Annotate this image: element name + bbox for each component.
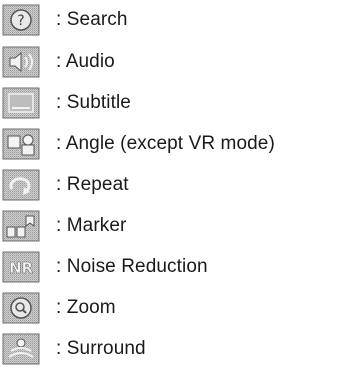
legend-item-surround: : Surround xyxy=(2,331,146,367)
surround-icon xyxy=(2,333,40,365)
noise-reduction-icon-text: NR xyxy=(9,259,34,277)
legend-label-subtitle: : Subtitle xyxy=(56,92,131,113)
marker-icon xyxy=(2,210,40,242)
legend-label-search: : Search xyxy=(56,9,128,30)
legend-item-zoom: : Zoom xyxy=(2,290,116,326)
noise-reduction-icon: NR xyxy=(2,251,40,283)
subtitle-icon xyxy=(2,87,40,119)
legend-label-repeat: : Repeat xyxy=(56,174,129,195)
legend-item-noise-reduction: NR : Noise Reduction xyxy=(2,249,208,285)
repeat-icon xyxy=(2,169,40,201)
legend-label-marker: : Marker xyxy=(56,215,127,236)
legend-label-angle: : Angle (except VR mode) xyxy=(56,133,275,154)
legend-item-audio: : Audio xyxy=(2,44,115,80)
angle-icon xyxy=(2,128,40,160)
legend-item-marker: : Marker xyxy=(2,208,126,244)
legend-label-audio: : Audio xyxy=(56,51,115,72)
zoom-icon xyxy=(2,292,40,324)
legend-item-repeat: : Repeat xyxy=(2,167,129,203)
legend-label-surround: : Surround xyxy=(56,338,146,359)
audio-icon xyxy=(2,46,40,78)
legend-label-noise-reduction: : Noise Reduction xyxy=(56,256,208,277)
legend-label-zoom: : Zoom xyxy=(56,297,116,318)
icon-legend: ? : Search : Audio : Subtitle: Angle (e… xyxy=(0,0,337,376)
legend-item-angle: : Angle (except VR mode) xyxy=(2,126,275,162)
legend-item-search: ? : Search xyxy=(2,2,128,38)
legend-item-subtitle: : Subtitle xyxy=(2,85,131,121)
search-icon: ? xyxy=(2,4,40,36)
svg-text:?: ? xyxy=(17,13,24,29)
